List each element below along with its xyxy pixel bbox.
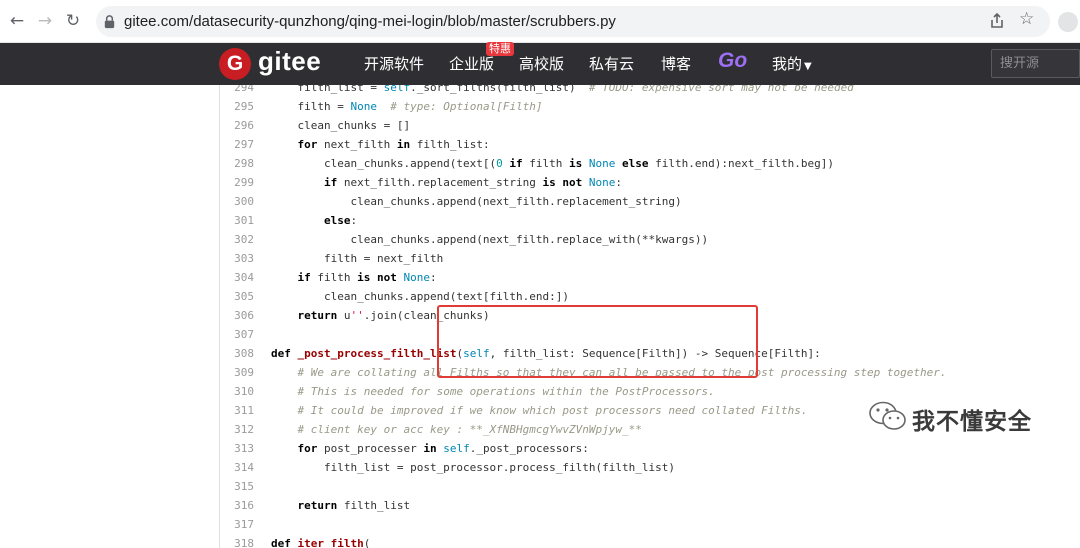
gitee-header: G gitee 开源软件 企业版 特惠 高校版 私有云 博客 Go 我的 ▼ bbox=[0, 42, 1080, 85]
address-bar[interactable]: gitee.com/datasecurity-qunzhong/qing-mei… bbox=[96, 6, 1050, 37]
code-text: clean_chunks = [] bbox=[271, 119, 411, 132]
code-text: clean_chunks.append(text[(0 if filth is … bbox=[271, 157, 834, 170]
line-number[interactable]: 314 bbox=[219, 458, 254, 477]
line-number[interactable]: 308 bbox=[219, 344, 254, 363]
line-number[interactable]: 303 bbox=[219, 249, 254, 268]
reload-icon: ↻ bbox=[65, 11, 81, 31]
line-number[interactable]: 302 bbox=[219, 230, 254, 249]
code-line: 314 filth_list = post_processor.process_… bbox=[0, 458, 1080, 477]
lock-icon bbox=[104, 15, 115, 29]
line-number[interactable]: 310 bbox=[219, 382, 254, 401]
code-line: 296 clean_chunks = [] bbox=[0, 116, 1080, 135]
code-text: if next_filth.replacement_string is not … bbox=[323, 176, 623, 189]
search-box[interactable] bbox=[991, 49, 1080, 78]
nav-blog[interactable]: 博客 bbox=[661, 53, 691, 74]
code-text: for next_filth in filth_list: bbox=[297, 138, 490, 151]
code-line: 303 filth = next_filth bbox=[0, 249, 1080, 268]
profile-avatar[interactable] bbox=[1058, 12, 1078, 32]
highlight-box bbox=[437, 305, 758, 378]
line-number[interactable]: 313 bbox=[219, 439, 254, 458]
watermark: 我不懂安全 bbox=[868, 398, 1048, 435]
nav-go[interactable]: Go bbox=[718, 49, 747, 73]
code-text: def iter_filth( bbox=[271, 537, 371, 548]
code-line: 300 clean_chunks.append(next_filth.repla… bbox=[0, 192, 1080, 211]
line-number[interactable]: 306 bbox=[219, 306, 254, 325]
line-number[interactable]: 304 bbox=[219, 268, 254, 287]
promo-badge: 特惠 bbox=[486, 42, 514, 56]
line-number[interactable]: 300 bbox=[219, 192, 254, 211]
line-number[interactable]: 297 bbox=[219, 135, 254, 154]
code-line: 317 bbox=[0, 515, 1080, 534]
code-line: 302 clean_chunks.append(next_filth.repla… bbox=[0, 230, 1080, 249]
watermark-text: 我不懂安全 bbox=[912, 409, 1032, 435]
nav-enterprise[interactable]: 企业版 bbox=[449, 53, 494, 74]
gitee-logo-icon[interactable]: G bbox=[219, 48, 251, 80]
line-number[interactable]: 309 bbox=[219, 363, 254, 382]
code-line: 294 filth_list = self._sort_filths(filth… bbox=[0, 85, 1080, 97]
line-number[interactable]: 301 bbox=[219, 211, 254, 230]
code-line: 318 def iter_filth( bbox=[0, 534, 1080, 548]
code-text: for post_processer in self._post_process… bbox=[297, 442, 589, 455]
line-number[interactable]: 305 bbox=[219, 287, 254, 306]
code-line: 316 return filth_list bbox=[0, 496, 1080, 515]
arrow-right-icon: → bbox=[37, 11, 53, 31]
nav-mine[interactable]: 我的 ▼ bbox=[772, 53, 812, 74]
arrow-left-icon: ← bbox=[9, 11, 25, 31]
line-number[interactable]: 298 bbox=[219, 154, 254, 173]
url-text: gitee.com/datasecurity-qunzhong/qing-mei… bbox=[124, 13, 616, 30]
code-text: # It could be improved if we know which … bbox=[297, 404, 808, 417]
bookmark-star-icon[interactable]: ☆ bbox=[1019, 9, 1034, 29]
code-line: 295 filth = None # type: Optional[Filth] bbox=[0, 97, 1080, 116]
line-number[interactable]: 318 bbox=[219, 534, 254, 548]
gitee-brand[interactable]: gitee bbox=[258, 46, 321, 77]
code-line: 298 clean_chunks.append(text[(0 if filth… bbox=[0, 154, 1080, 173]
line-number[interactable]: 294 bbox=[219, 85, 254, 97]
line-number[interactable]: 316 bbox=[219, 496, 254, 515]
line-number[interactable]: 311 bbox=[219, 401, 254, 420]
code-line: 313 for post_processer in self._post_pro… bbox=[0, 439, 1080, 458]
line-number[interactable]: 295 bbox=[219, 97, 254, 116]
code-text: # This is needed for some operations wit… bbox=[297, 385, 715, 398]
code-text: clean_chunks.append(text[filth.end:]) bbox=[271, 290, 570, 303]
code-text: filth_list = self._sort_filths(filth_lis… bbox=[271, 85, 854, 94]
code-text: # client key or acc key : **_XfNBHgmcgYw… bbox=[297, 423, 642, 436]
code-line: 304 if filth is not None: bbox=[0, 268, 1080, 287]
code-line: 299 if next_filth.replacement_string is … bbox=[0, 173, 1080, 192]
code-line: 301 else: bbox=[0, 211, 1080, 230]
code-text: return filth_list bbox=[297, 499, 411, 512]
code-text: clean_chunks.append(next_filth.replaceme… bbox=[271, 195, 682, 208]
code-text: filth = None # type: Optional[Filth] bbox=[271, 100, 543, 113]
code-text: if filth is not None: bbox=[297, 271, 437, 284]
line-number[interactable]: 317 bbox=[219, 515, 254, 534]
code-text: else: bbox=[323, 214, 358, 227]
back-button[interactable]: ← bbox=[6, 10, 28, 32]
line-number[interactable]: 296 bbox=[219, 116, 254, 135]
code-text: filth = next_filth bbox=[271, 252, 444, 265]
code-text: filth_list = post_processor.process_filt… bbox=[271, 461, 675, 474]
browser-toolbar: ← → ↻ gitee.com/datasecurity-qunzhong/qi… bbox=[0, 0, 1080, 43]
line-number[interactable]: 307 bbox=[219, 325, 254, 344]
share-icon[interactable] bbox=[988, 12, 1006, 30]
nav-mine-label: 我的 bbox=[772, 55, 803, 73]
nav-private-cloud[interactable]: 私有云 bbox=[589, 53, 634, 74]
line-number[interactable]: 315 bbox=[219, 477, 254, 496]
wechat-icon bbox=[869, 401, 906, 430]
forward-button[interactable]: → bbox=[34, 10, 56, 32]
line-number[interactable]: 312 bbox=[219, 420, 254, 439]
code-line: 305 clean_chunks.append(text[filth.end:]… bbox=[0, 287, 1080, 306]
line-number[interactable]: 299 bbox=[219, 173, 254, 192]
search-input[interactable] bbox=[992, 50, 1079, 77]
code-line: 315 bbox=[0, 477, 1080, 496]
code-text: clean_chunks.append(next_filth.replace_w… bbox=[271, 233, 709, 246]
caret-down-icon: ▼ bbox=[804, 61, 812, 72]
nav-university[interactable]: 高校版 bbox=[519, 53, 564, 74]
nav-opensource[interactable]: 开源软件 bbox=[364, 53, 424, 74]
code-line: 297 for next_filth in filth_list: bbox=[0, 135, 1080, 154]
reload-button[interactable]: ↻ bbox=[62, 10, 84, 32]
